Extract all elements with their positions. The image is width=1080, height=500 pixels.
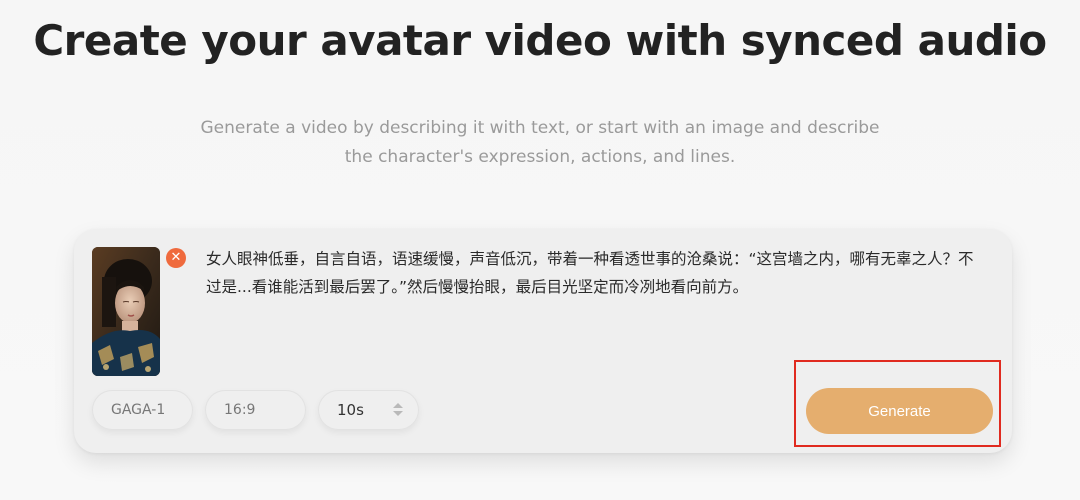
stepper-icon [393, 402, 403, 418]
portrait-image [92, 247, 160, 376]
generate-button[interactable]: Generate [806, 388, 993, 434]
page: Create your avatar video with synced aud… [0, 0, 1080, 500]
composer-card: ✕ 女人眼神低垂，自言自语，语速缓慢，声音低沉，带着一种看透世事的沧桑说：“这宫… [74, 229, 1012, 453]
page-subtitle: Generate a video by describing it with t… [200, 118, 880, 167]
reference-image-thumbnail[interactable] [92, 247, 160, 376]
duration-value: 10s [337, 401, 364, 419]
page-title: Create your avatar video with synced aud… [33, 16, 1047, 65]
duration-selector[interactable]: 10s [318, 390, 419, 430]
prompt-text[interactable]: 女人眼神低垂，自言自语，语速缓慢，声音低沉，带着一种看透世事的沧桑说：“这宫墙之… [206, 245, 976, 301]
model-selector[interactable]: GAGA-1 [92, 390, 193, 430]
remove-image-button[interactable]: ✕ [166, 248, 186, 268]
aspect-ratio-selector[interactable]: 16:9 [205, 390, 306, 430]
close-icon: ✕ [170, 250, 182, 265]
